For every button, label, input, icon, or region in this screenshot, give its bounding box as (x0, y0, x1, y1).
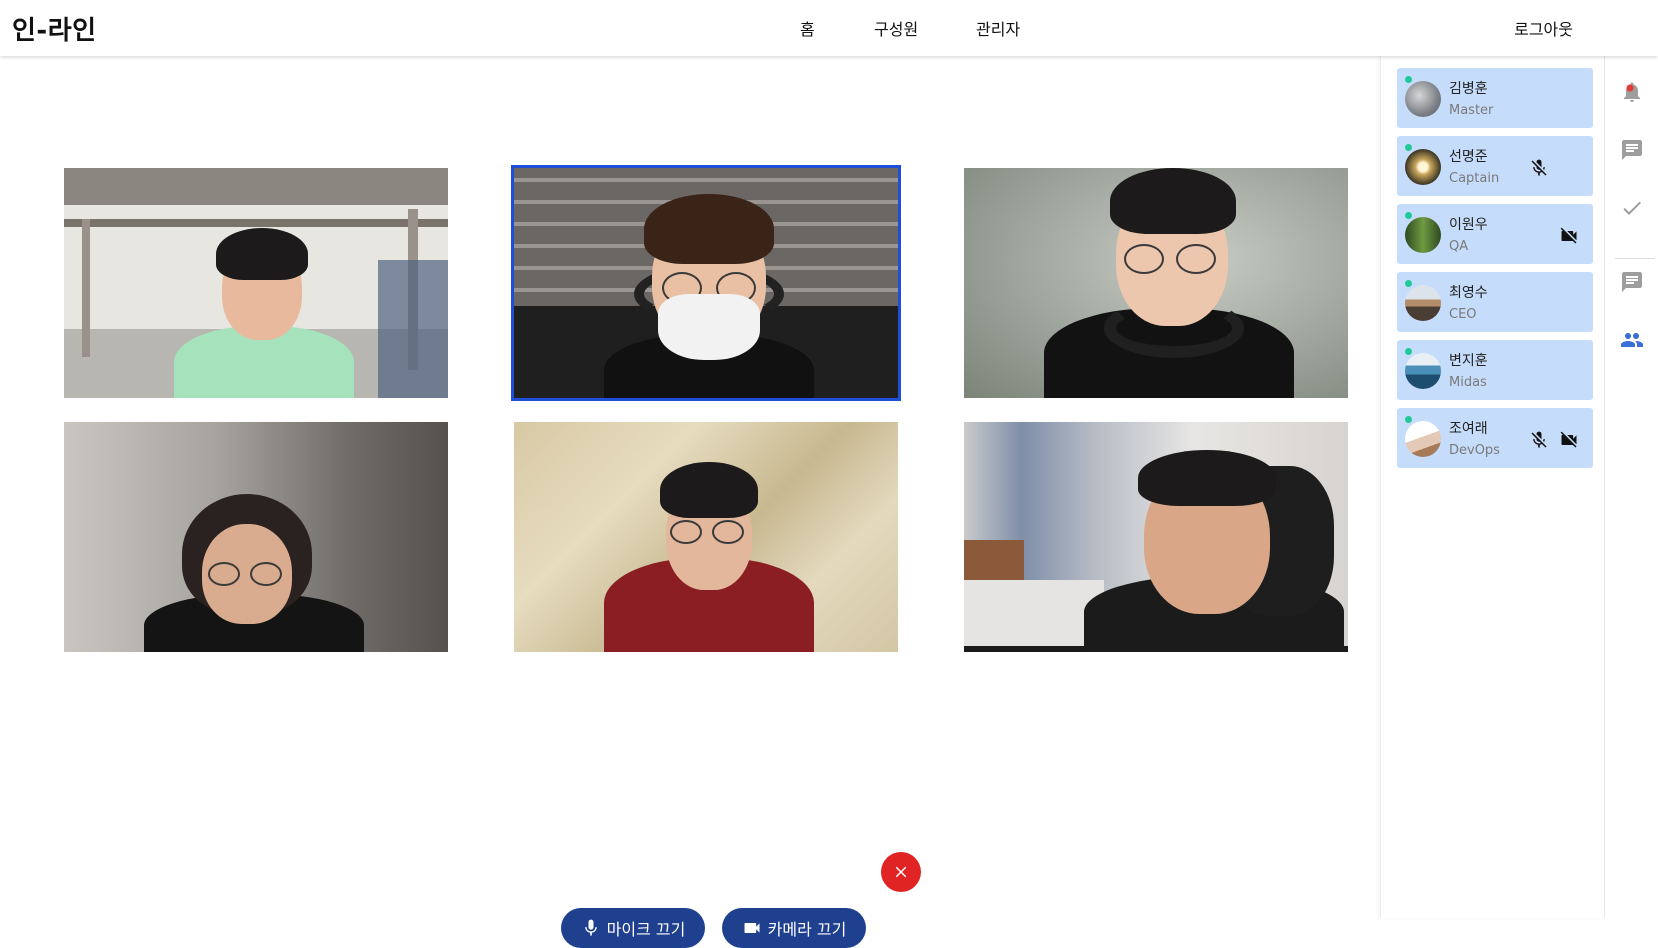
participant-name: 변지훈 (1449, 353, 1488, 369)
video-grid: 마이크 끄기 카메라 끄기 (0, 56, 1380, 948)
participant-card[interactable]: 변지훈 Midas (1397, 340, 1593, 400)
online-indicator (1405, 280, 1412, 287)
top-navbar: 인-라인 홈 구성원 관리자 로그아웃 (0, 0, 1658, 56)
participant-card[interactable]: 조여래 DevOps (1397, 408, 1593, 468)
avatar (1405, 217, 1441, 253)
video-frame-1 (64, 168, 448, 398)
videocam-icon (744, 923, 760, 933)
participant-role: Captain (1449, 171, 1500, 186)
app-logo[interactable]: 인-라인 (12, 10, 97, 47)
video-tile-1[interactable] (64, 168, 448, 398)
video-frame-2 (514, 168, 898, 398)
videocam-off-icon (1560, 227, 1577, 244)
online-indicator (1405, 76, 1412, 83)
participant-role: DevOps (1449, 443, 1500, 458)
video-frame-6 (964, 422, 1348, 652)
people-icon[interactable] (1620, 328, 1644, 352)
participant-card[interactable]: 최영수 CEO (1397, 272, 1593, 332)
videocam-off-icon (1560, 431, 1577, 448)
mic-off-icon (1531, 431, 1547, 448)
mic-toggle-button[interactable]: 마이크 끄기 (561, 908, 705, 948)
participant-name: 최영수 (1449, 285, 1488, 301)
logout-button[interactable]: 로그아웃 (1514, 16, 1573, 40)
video-tile-3[interactable] (964, 168, 1348, 398)
participant-name: 이원우 (1449, 217, 1488, 233)
participant-name: 선명준 (1449, 149, 1488, 165)
video-tile-4[interactable] (64, 422, 448, 652)
avatar (1405, 149, 1441, 185)
mic-icon (584, 919, 597, 936)
avatar (1405, 421, 1441, 457)
leave-call-button[interactable] (881, 852, 921, 892)
notification-bell-icon[interactable] (1620, 80, 1644, 104)
close-icon (895, 866, 907, 878)
participant-card[interactable]: 김병훈 Master (1397, 68, 1593, 128)
chat-icon[interactable] (1620, 138, 1644, 162)
participant-card[interactable]: 이원우 QA (1397, 204, 1593, 264)
video-tile-2-active[interactable] (511, 165, 901, 401)
avatar (1405, 81, 1441, 117)
avatar (1405, 353, 1441, 389)
nav-admin[interactable]: 관리자 (976, 16, 1020, 40)
video-tile-6[interactable] (964, 422, 1348, 652)
participants-panel: 김병훈 Master 선명준 Captain 이원우 QA 최영수 CEO 변지… (1380, 56, 1604, 918)
nav-members[interactable]: 구성원 (874, 16, 918, 40)
participant-card[interactable]: 선명준 Captain (1397, 136, 1593, 196)
video-frame-5 (514, 422, 898, 652)
check-icon[interactable] (1620, 196, 1644, 220)
camera-toggle-label: 카메라 끄기 (767, 920, 847, 939)
participant-name: 조여래 (1449, 421, 1488, 437)
participant-role: CEO (1449, 307, 1477, 322)
mic-toggle-label: 마이크 끄기 (606, 920, 686, 939)
participant-role: Midas (1449, 375, 1487, 390)
nav-home[interactable]: 홈 (800, 16, 815, 40)
side-rail (1604, 56, 1658, 918)
avatar (1405, 285, 1441, 321)
message-icon[interactable] (1620, 270, 1644, 294)
video-frame-3 (964, 168, 1348, 398)
video-tile-5[interactable] (514, 422, 898, 652)
participant-role: Master (1449, 103, 1494, 118)
online-indicator (1405, 416, 1412, 423)
participant-role: QA (1449, 239, 1469, 254)
participant-name: 김병훈 (1449, 81, 1488, 97)
mic-off-icon (1531, 159, 1547, 176)
camera-toggle-button[interactable]: 카메라 끄기 (722, 908, 866, 948)
online-indicator (1405, 144, 1412, 151)
online-indicator (1405, 348, 1412, 355)
rail-divider (1615, 258, 1655, 259)
video-frame-4 (64, 422, 448, 652)
online-indicator (1405, 212, 1412, 219)
